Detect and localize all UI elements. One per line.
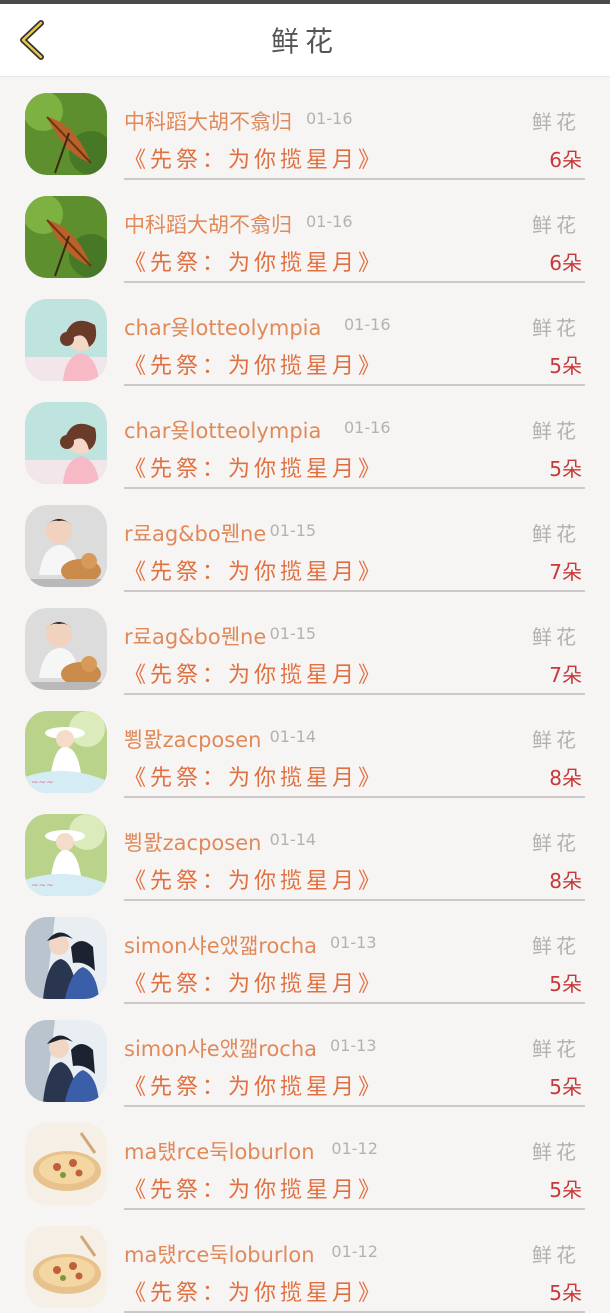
list-item[interactable]: 中科蹈大胡不翕归 01-16 鲜花《先祭：为你揽星月》 6朵 [0,76,610,180]
sender-name: 中科蹈大胡不翕归 [124,213,292,237]
list-item[interactable]: char욪lotteolympia 01-16 鲜花《先祭：为你揽星月》 5朵 [0,385,610,489]
list-item[interactable]: ma턨rce둑loburlon 01-12 鲜花《先祭：为你揽星月》 5朵 [0,1106,610,1210]
avatar[interactable] [25,1020,107,1102]
gift-date: 01-12 [331,1242,378,1261]
avatar[interactable] [25,917,107,999]
avatar[interactable] [25,505,107,587]
gift-type-label: 鲜花 [532,316,580,340]
flower-count: 8朵 [549,869,582,893]
gift-date: 01-16 [344,418,391,437]
list-item[interactable]: ma턨rce둑loburlon 01-12 鲜花 《先祭：为你揽星月》 5朵 [0,1209,610,1313]
divider [124,1311,585,1313]
gift-date: 01-13 [330,1036,377,1055]
gift-message: 《先祭：为你揽星月》 [124,869,385,894]
flower-count: 5朵 [549,1075,582,1099]
flower-gift-list: 中科蹈大胡不翕归 01-16 鲜花 《先祭：为你揽星月》 6朵 中科蹈大胡不翕归 01-16… [0,76,610,1313]
sender-name: char욪lotteolympia [124,316,322,340]
gift-date: 01-16 [306,212,353,231]
list-item[interactable]: simon샤e앴깳rocha 01-13 鲜花《先祭：为你揽星月》 5朵 [0,900,610,1004]
flower-count: 5朵 [549,457,582,481]
flower-count: 6朵 [549,148,582,172]
page-title: 鲜花 [270,25,339,58]
avatar[interactable]: ~~~ [25,711,107,793]
flower-count: 5朵 [549,1178,582,1202]
gift-type-label: 鲜花 [532,831,580,855]
flower-count: 8朵 [549,766,582,790]
gift-type-label: 鲜花 [532,1140,580,1164]
gift-date: 01-16 [344,315,391,334]
avatar[interactable] [25,1123,107,1205]
gift-type-label: 鲜花 [532,1243,580,1267]
gift-message: 《先祭：为你揽星月》 [124,251,385,276]
sender-name: simon샤e앴깳rocha [124,1037,318,1061]
avatar[interactable] [25,93,107,175]
gift-date: 01-13 [330,933,377,952]
flower-count: 6朵 [549,251,582,275]
gift-type-label: 鲜花 [532,213,580,237]
gift-message: 《先祭：为你揽星月》 [124,766,385,791]
gift-date: 01-16 [306,109,353,128]
gift-message: 《先祭：为你揽星月》 [124,560,385,585]
flower-count: 5朵 [549,354,582,378]
list-item[interactable]: 中科蹈大胡不翕归 01-16 鲜花《先祭：为你揽星月》 6朵 [0,179,610,283]
list-item[interactable]: r료ag&bo뭰ne 01-15 鲜花《先祭：为你揽星月》 7朵 [0,488,610,592]
flower-count: 7朵 [549,663,582,687]
sender-name: r료ag&bo뭰ne [124,522,267,546]
sender-name: 中科蹈大胡不翕归 [124,110,292,134]
sender-name: simon샤e앴깳rocha [124,934,318,958]
sender-name: ma턨rce둑loburlon [124,1243,315,1267]
sender-name: 뾩뫐zacposen [124,831,262,855]
gift-message: 《先祭：为你揽星月》 [124,663,385,688]
gift-date: 01-15 [269,521,317,540]
chevron-left-icon [20,20,44,60]
list-item[interactable]: char욪lotteolympia 01-16 鲜花《先祭：为你揽星月》 5朵 [0,282,610,386]
flower-count: 5朵 [549,1281,582,1305]
gift-message: 《先祭：为你揽星月》 [124,1075,385,1100]
list-item[interactable]: ~~~ 뾩뫐zacposen 01-14 鲜花《先祭：为你揽星月》 8朵 [0,694,610,798]
gift-message: 《先祭：为你揽星月》 [124,457,385,482]
sender-name: r료ag&bo뭰ne [124,625,267,649]
gift-type-label: 鲜花 [532,419,580,443]
gift-type-label: 鲜花 [532,625,580,649]
flower-count: 7朵 [549,560,582,584]
back-button[interactable] [12,18,52,62]
gift-message: 《先祭：为你揽星月》 [124,148,385,173]
avatar[interactable] [25,196,107,278]
gift-message: 《先祭：为你揽星月》 [124,1178,385,1203]
gift-date: 01-14 [269,830,317,849]
flower-count: 5朵 [549,972,582,996]
list-item[interactable]: ~~~ 뾩뫐zacposen 01-14 鲜花《先祭：为你揽星月》 8朵 [0,797,610,901]
list-item[interactable]: simon샤e앴깳rocha 01-13 鲜花《先祭：为你揽星月》 5朵 [0,1003,610,1107]
gift-type-label: 鲜花 [532,522,580,546]
gift-date: 01-12 [331,1139,378,1158]
gift-type-label: 鲜花 [532,934,580,958]
gift-type-label: 鲜花 [532,110,580,134]
sender-name: ma턨rce둑loburlon [124,1140,315,1164]
gift-type-label: 鲜花 [532,728,580,752]
avatar[interactable] [25,1226,107,1308]
gift-date: 01-14 [269,727,317,746]
sender-name: char욪lotteolympia [124,419,322,443]
svg-text:~~~: ~~~ [31,778,54,788]
gift-message: 《先祭：为你揽星月》 [124,972,385,997]
avatar[interactable] [25,402,107,484]
gift-type-label: 鲜花 [532,1037,580,1061]
top-bar: 鲜花 [0,4,610,77]
list-item[interactable]: r료ag&bo뭰ne 01-15 鲜花《先祭：为你揽星月》 7朵 [0,591,610,695]
svg-text:~~~: ~~~ [31,881,54,891]
avatar[interactable] [25,608,107,690]
gift-message: 《先祭：为你揽星月》 [124,354,385,379]
gift-date: 01-15 [269,624,317,643]
sender-name: 뾩뫐zacposen [124,728,262,752]
avatar[interactable] [25,299,107,381]
avatar[interactable]: ~~~ [25,814,107,896]
